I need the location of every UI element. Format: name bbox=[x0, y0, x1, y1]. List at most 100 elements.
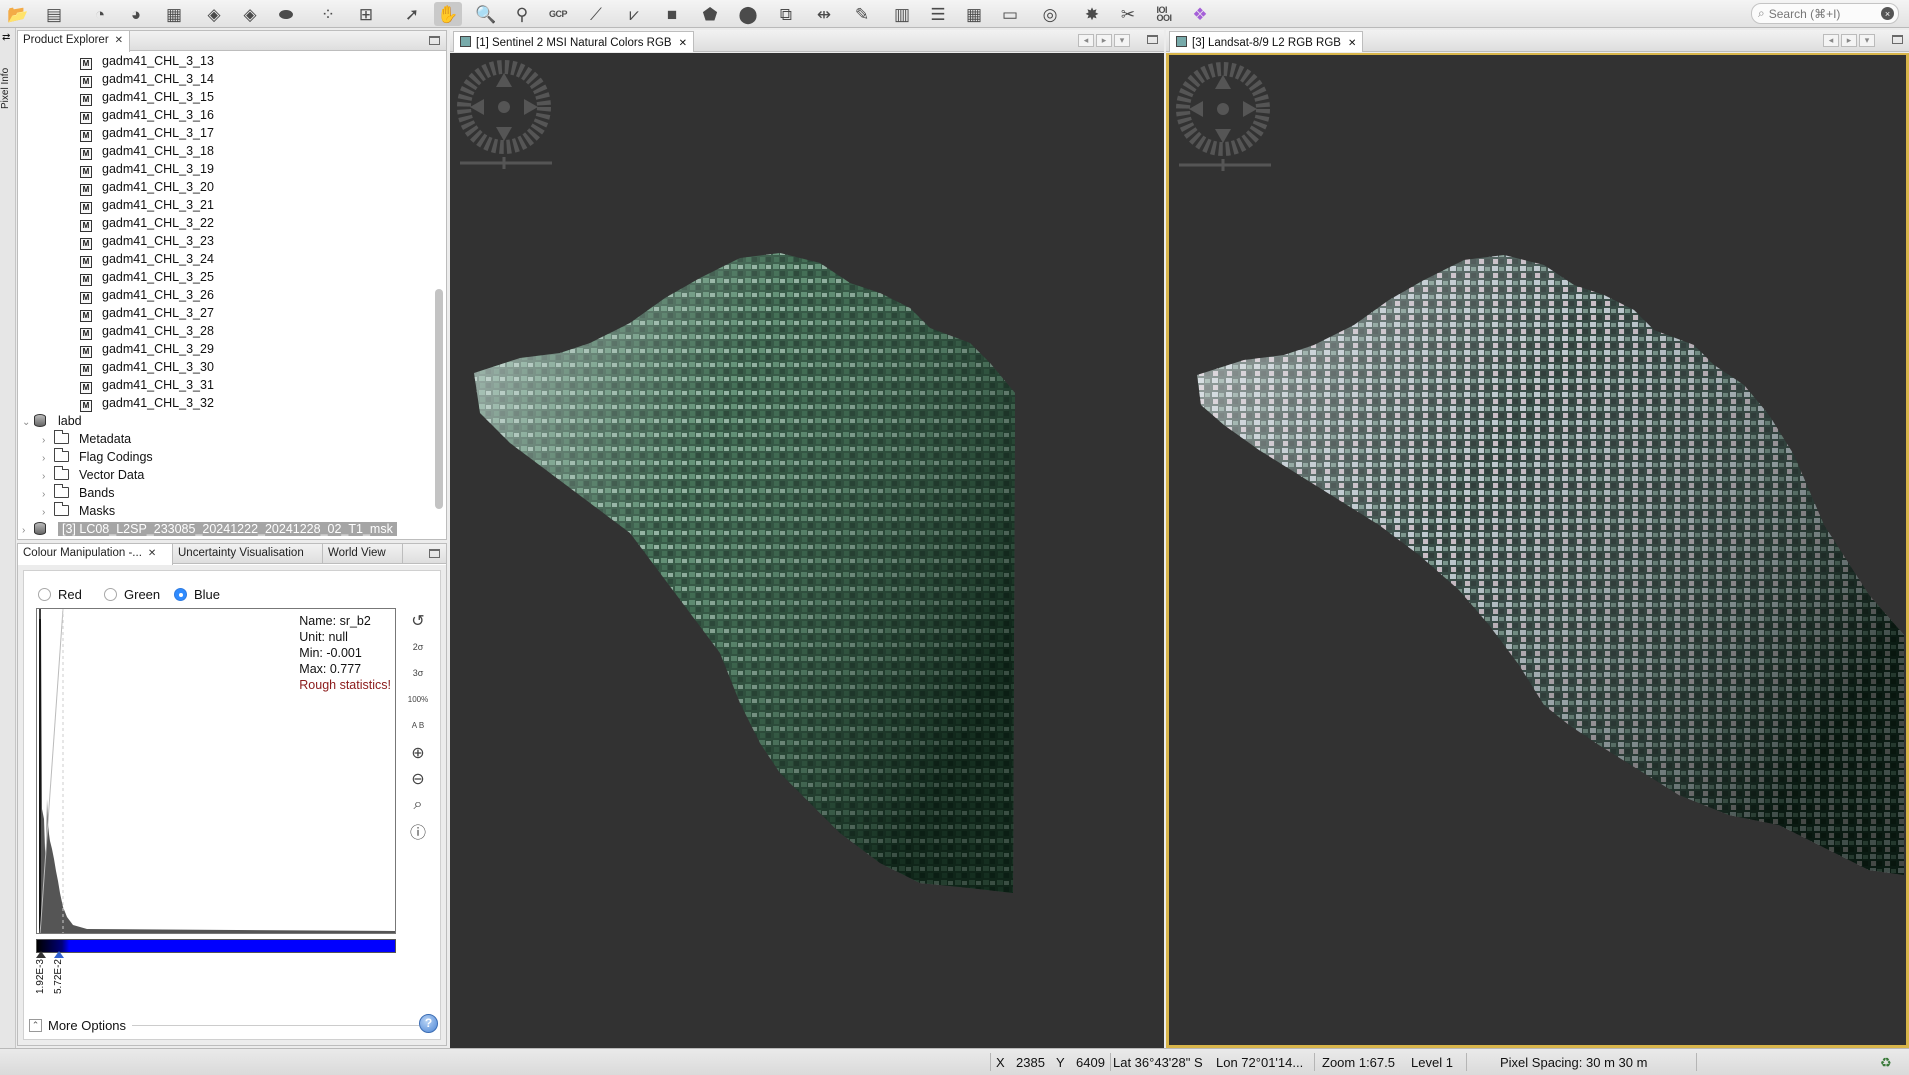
zoom-tool-icon[interactable]: 🔍 bbox=[472, 2, 500, 26]
gcp-placing-icon[interactable]: GCP bbox=[544, 2, 572, 26]
radio-red[interactable]: Red bbox=[38, 587, 82, 602]
radio-green[interactable]: Green bbox=[104, 587, 160, 602]
tile-vertically-icon[interactable]: ▦ bbox=[960, 2, 988, 26]
close-icon[interactable]: ✕ bbox=[115, 35, 123, 46]
pin-manager-icon[interactable]: ⁘ bbox=[314, 2, 342, 26]
scroll-right-icon[interactable]: ▸ bbox=[1096, 34, 1112, 47]
pan-tool-icon[interactable]: ✋ bbox=[434, 2, 462, 26]
ellipse-drawing-icon[interactable]: ⬤ bbox=[734, 2, 762, 26]
pin-placing-icon[interactable]: ⚲ bbox=[508, 2, 536, 26]
measure-icon[interactable]: ✎ bbox=[848, 2, 876, 26]
tree-item-band[interactable]: Mgadm41_CHL_3_32 bbox=[80, 394, 214, 412]
tree-item-band[interactable]: Mgadm41_CHL_3_26 bbox=[80, 286, 214, 304]
color-plugin-icon[interactable]: ✸ bbox=[1078, 2, 1106, 26]
grid-icon[interactable]: ▦ bbox=[160, 2, 188, 26]
tree-item-band[interactable]: Mgadm41_CHL_3_18 bbox=[80, 142, 214, 160]
scroll-left-icon[interactable]: ◂ bbox=[1823, 34, 1839, 47]
tree-item-folder[interactable]: › Metadata bbox=[42, 430, 131, 448]
sync-views-icon[interactable]: ◈ bbox=[236, 2, 264, 26]
collapse-chevron-icon[interactable]: ⌄ bbox=[22, 414, 34, 432]
tab-landsat-view[interactable]: [3] Landsat-8/9 L2 RGB RGB ✕ bbox=[1169, 31, 1364, 52]
min-slider-handle[interactable] bbox=[36, 951, 46, 958]
maximize-icon[interactable] bbox=[1892, 35, 1903, 44]
tree-item-band[interactable]: Mgadm41_CHL_3_22 bbox=[80, 214, 214, 232]
polyline-drawing-icon[interactable]: ⩗ bbox=[620, 2, 648, 26]
sync-cursor-icon[interactable]: ◈ bbox=[200, 2, 228, 26]
tree-item-band[interactable]: Mgadm41_CHL_3_17 bbox=[80, 124, 214, 142]
line-drawing-icon[interactable]: ⟋ bbox=[582, 2, 610, 26]
tree-item-folder[interactable]: › Vector Data bbox=[42, 466, 144, 484]
world-map-icon[interactable]: ◎ bbox=[1036, 2, 1064, 26]
more-options-toggle[interactable]: ⌃ More Options bbox=[29, 1015, 429, 1035]
tab-list-icon[interactable]: ▾ bbox=[1859, 34, 1875, 47]
scroll-right-icon[interactable]: ▸ bbox=[1841, 34, 1857, 47]
close-icon[interactable]: ✕ bbox=[679, 38, 687, 49]
tree-item-band[interactable]: Mgadm41_CHL_3_27 bbox=[80, 304, 214, 322]
range-finder-icon[interactable]: ⇹ bbox=[810, 2, 838, 26]
select-tool-icon[interactable]: ➚ bbox=[398, 2, 426, 26]
session-icon[interactable]: ◔ bbox=[86, 2, 114, 26]
stretch-2sigma-button[interactable]: 2σ bbox=[406, 635, 430, 659]
tile-evenly-icon[interactable]: ▥ bbox=[888, 2, 916, 26]
zoom-out-vertical-icon[interactable]: ⊖ bbox=[406, 767, 430, 791]
image-canvas[interactable] bbox=[450, 53, 1164, 1048]
tree-item-band[interactable]: Mgadm41_CHL_3_28 bbox=[80, 322, 214, 340]
tree-item-band[interactable]: Mgadm41_CHL_3_16 bbox=[80, 106, 214, 124]
tab-list-icon[interactable]: ▾ bbox=[1114, 34, 1130, 47]
tree-item-folder[interactable]: › Flag Codings bbox=[42, 448, 153, 466]
tree-item-band[interactable]: Mgadm41_CHL_3_13 bbox=[80, 52, 214, 70]
scroll-left-icon[interactable]: ◂ bbox=[1078, 34, 1094, 47]
tab-product-explorer[interactable]: Product Explorer ✕ bbox=[18, 31, 131, 52]
stretch-3sigma-button[interactable]: 3σ bbox=[406, 661, 430, 685]
close-icon[interactable]: ✕ bbox=[148, 548, 156, 559]
layer-icon[interactable]: ⬬ bbox=[272, 2, 300, 26]
tree-item-band[interactable]: Mgadm41_CHL_3_31 bbox=[80, 376, 214, 394]
tab-sentinel2-view[interactable]: [1] Sentinel 2 MSI Natural Colors RGB ✕ bbox=[453, 31, 694, 52]
tree-item-band[interactable]: Mgadm41_CHL_3_29 bbox=[80, 340, 214, 358]
tree-item-selected-product[interactable]: › [3] LC08_L2SP_233085_20241222_20241228_… bbox=[22, 520, 397, 538]
rectangle-drawing-icon[interactable]: ■ bbox=[658, 2, 686, 26]
polygon-drawing-icon[interactable]: ⬟ bbox=[696, 2, 724, 26]
tab-colour-manipulation[interactable]: Colour Manipulation -... ✕ bbox=[18, 544, 173, 565]
distribute-button[interactable]: A B bbox=[406, 713, 430, 737]
memory-indicator-icon[interactable]: ♻ bbox=[1880, 1055, 1892, 1071]
tree-item-band[interactable]: Mgadm41_CHL_3_20 bbox=[80, 178, 214, 196]
save-product-icon[interactable]: ▤ bbox=[40, 2, 68, 26]
tree-item-band[interactable]: Mgadm41_CHL_3_23 bbox=[80, 232, 214, 250]
clear-search-icon[interactable]: × bbox=[1881, 7, 1894, 20]
spectrum-icon[interactable]: ✂ bbox=[1114, 2, 1142, 26]
open-product-icon[interactable]: 📂 bbox=[4, 2, 32, 26]
tree-item-band[interactable]: Mgadm41_CHL_3_30 bbox=[80, 358, 214, 376]
stretch-100-button[interactable]: 100% bbox=[406, 687, 430, 711]
info-icon[interactable]: ⓘ bbox=[406, 819, 430, 843]
zoom-horizontal-icon[interactable]: ⌕ bbox=[406, 793, 430, 817]
tree-item-band[interactable]: Mgadm41_CHL_3_21 bbox=[80, 196, 214, 214]
radio-blue[interactable]: Blue bbox=[174, 587, 220, 602]
max-slider-handle[interactable] bbox=[54, 951, 64, 958]
binary-icon[interactable]: IOI OOI bbox=[1150, 2, 1178, 26]
tree-item-band[interactable]: Mgadm41_CHL_3_25 bbox=[80, 268, 214, 286]
plugin-icon[interactable]: ❖ bbox=[1186, 2, 1214, 26]
gcp-manager-icon[interactable]: ⊞ bbox=[352, 2, 380, 26]
tree-item-band[interactable]: Mgadm41_CHL_3_15 bbox=[80, 88, 214, 106]
tree-item-band[interactable]: Mgadm41_CHL_3_24 bbox=[80, 250, 214, 268]
minimize-icon[interactable] bbox=[429, 36, 440, 45]
expand-chevron-icon[interactable]: › bbox=[22, 522, 34, 540]
zoom-in-vertical-icon[interactable]: ⊕ bbox=[406, 741, 430, 765]
pixel-info-side-tab[interactable]: Pixel Info bbox=[0, 68, 16, 148]
tile-single-icon[interactable]: ▭ bbox=[996, 2, 1024, 26]
tab-uncertainty-visualisation[interactable]: Uncertainty Visualisation bbox=[173, 544, 323, 564]
tab-world-view[interactable]: World View bbox=[323, 544, 403, 564]
image-canvas[interactable] bbox=[1166, 53, 1909, 1048]
close-icon[interactable]: ✕ bbox=[1348, 38, 1356, 49]
magic-wand-icon[interactable]: ⧉ bbox=[772, 2, 800, 26]
search-field[interactable]: ⌕ Search (⌘+I) × bbox=[1751, 3, 1899, 24]
histogram-view[interactable]: Name: sr_b2 Unit: null Min: -0.001 Max: … bbox=[36, 608, 396, 934]
reset-icon[interactable]: ↺ bbox=[406, 609, 430, 633]
tree-item-folder[interactable]: › Masks bbox=[42, 502, 115, 520]
graph-builder-icon[interactable]: ◕ bbox=[122, 2, 150, 26]
tree-item-band[interactable]: Mgadm41_CHL_3_19 bbox=[80, 160, 214, 178]
maximize-icon[interactable] bbox=[1147, 35, 1158, 44]
minimize-icon[interactable] bbox=[429, 549, 440, 558]
tile-horizontally-icon[interactable]: ☰ bbox=[924, 2, 952, 26]
